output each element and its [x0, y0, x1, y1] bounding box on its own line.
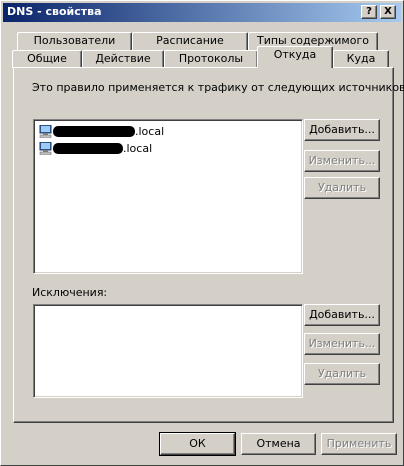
sources-add-button[interactable]: Добавить...: [304, 119, 380, 141]
window-title: DNS - свойства: [7, 5, 102, 18]
exceptions-add-button[interactable]: Добавить...: [304, 304, 380, 326]
sources-delete-button[interactable]: Удалить: [304, 177, 380, 199]
exceptions-caption: Исключения:: [32, 286, 108, 299]
tab-panel: Это правило применяется к трафику от сле…: [13, 67, 404, 423]
host-domain-suffix: .local: [123, 142, 153, 155]
list-item[interactable]: .local: [39, 124, 189, 140]
tab-protocols[interactable]: Протоколы: [164, 50, 258, 68]
host-domain-suffix: .local: [135, 125, 165, 138]
tab-users[interactable]: Пользователи: [17, 32, 132, 50]
computer-icon: [39, 125, 52, 138]
list-item[interactable]: .local: [39, 141, 189, 157]
sources-list[interactable]: .local .local: [33, 119, 303, 274]
computer-icon: [39, 142, 52, 155]
ok-button[interactable]: ОК: [159, 432, 236, 456]
tab-from[interactable]: Откуда: [257, 46, 333, 68]
exceptions-edit-button[interactable]: Изменить...: [304, 333, 380, 355]
redacted-hostname: [53, 126, 135, 137]
close-button[interactable]: X: [380, 5, 396, 19]
apply-button[interactable]: Применить: [321, 433, 397, 455]
exceptions-delete-button[interactable]: Удалить: [304, 363, 380, 385]
redacted-hostname: [53, 143, 123, 154]
properties-dialog: DNS - свойства ? X Пользователи Расписан…: [0, 0, 404, 466]
tab-to[interactable]: Куда: [333, 50, 389, 68]
title-bar[interactable]: DNS - свойства ? X: [3, 3, 401, 22]
help-button[interactable]: ?: [361, 5, 377, 19]
tab-general[interactable]: Общие: [12, 50, 82, 68]
tab-schedule[interactable]: Расписание: [132, 32, 248, 50]
sources-edit-button[interactable]: Изменить...: [304, 150, 380, 172]
cancel-button[interactable]: Отмена: [241, 433, 316, 455]
tab-action[interactable]: Действие: [82, 50, 164, 68]
exceptions-list[interactable]: [33, 304, 303, 398]
sources-caption: Это правило применяется к трафику от сле…: [32, 81, 404, 94]
